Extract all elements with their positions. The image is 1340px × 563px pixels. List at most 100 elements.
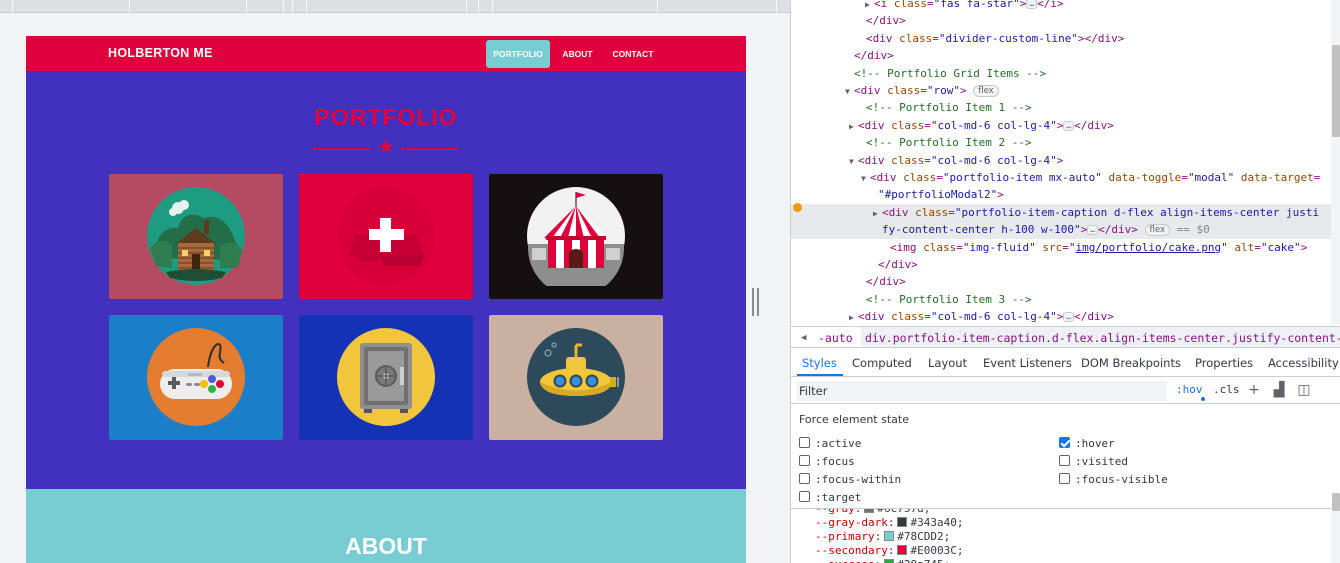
tree-node[interactable]: ▼ <div class = "portfolio-item mx-auto" dat… (791, 169, 1331, 186)
state-checkbox-focus-within[interactable]: :focus-within (799, 473, 901, 487)
tab-accessibility[interactable]: Accessibility (1268, 349, 1339, 377)
expand-triangle-icon[interactable]: ▶ (865, 0, 874, 13)
color-swatch[interactable] (884, 559, 895, 563)
checkbox[interactable] (799, 491, 810, 502)
breadcrumb-back-icon[interactable]: ◀ (801, 327, 806, 347)
tab-event-listeners[interactable]: Event Listeners (983, 349, 1072, 377)
expand-triangle-icon[interactable]: ▼ (849, 153, 858, 170)
color-swatch[interactable] (864, 509, 875, 513)
checkbox[interactable] (1059, 455, 1070, 466)
tree-node[interactable]: </div> (791, 256, 1331, 273)
expand-triangle-icon[interactable]: ▶ (873, 205, 882, 222)
expand-triangle-icon[interactable]: ▼ (861, 170, 870, 187)
checkbox[interactable] (799, 455, 810, 466)
tree-node[interactable]: fy-content-center h-100 w-100">… </div> f… (791, 221, 1331, 239)
styles-scrollbar-track[interactable] (1331, 508, 1340, 563)
attr-name: class (903, 171, 937, 184)
tree-node[interactable]: ▼ <div class="col-md-6 col-lg-4"> (791, 152, 1331, 169)
site-navbar: HOLBERTON ME PORTFOLIO ABOUT CONTACT (26, 36, 746, 71)
tag-punctuation: > (1019, 0, 1027, 10)
resize-handle[interactable] (752, 288, 759, 316)
css-variable-name: --success (815, 558, 875, 563)
portfolio-item-game[interactable] (109, 315, 283, 440)
css-variable[interactable]: --gray-dark: #343a40; (815, 516, 963, 530)
tag-punctuation: ></div> (1077, 31, 1125, 45)
ruler-tick (466, 0, 467, 13)
filter-input[interactable] (797, 381, 1167, 401)
attr-value: "fas fa-star" (933, 0, 1020, 10)
state-checkbox-active[interactable]: :active (799, 437, 861, 451)
tab-dom-breakpoints[interactable]: DOM Breakpoints (1081, 349, 1181, 377)
cls-toggle[interactable]: .cls (1213, 383, 1240, 396)
attr-name: alt (1234, 240, 1255, 254)
tree-node[interactable]: ▼ <div class="row"> flex (791, 82, 1331, 99)
tree-node[interactable]: ▶ <div class="portfolio-item-caption d-fl… (791, 203, 1331, 222)
nav-link-about[interactable]: ABOUT (557, 40, 598, 68)
css-variable-value: #6c757d (877, 508, 924, 515)
tree-node[interactable]: <img class="img-fluid" src="img/portfoli… (791, 239, 1331, 256)
checkbox[interactable] (799, 473, 810, 484)
checkbox[interactable] (1059, 473, 1070, 484)
nav-link-contact[interactable]: CONTACT (606, 40, 660, 68)
tree-node[interactable]: <!-- Portfolio Item 3 --> (791, 291, 1331, 308)
tag-punctuation: > (1080, 223, 1088, 237)
breadcrumb-item-selected[interactable]: div.portfolio-item-caption.d-flex.align-… (861, 327, 1340, 347)
tab-computed[interactable]: Computed (852, 349, 912, 377)
checkbox[interactable] (799, 437, 810, 448)
breadcrumb-item[interactable]: -auto (818, 327, 853, 347)
css-variable[interactable]: --primary: #78CDD2; (815, 530, 950, 544)
portfolio-heading: PORTFOLIO (314, 104, 458, 130)
site-brand[interactable]: HOLBERTON ME (108, 46, 213, 60)
element-state-paint-icon[interactable]: ▟ (1271, 382, 1287, 398)
color-swatch[interactable] (884, 531, 895, 541)
state-checkbox-focus-visible[interactable]: :focus-visible (1059, 473, 1168, 487)
css-variable[interactable]: --secondary: #E0003C; (815, 544, 963, 558)
checkbox[interactable] (1059, 437, 1070, 448)
portfolio-item-submarine[interactable] (489, 315, 663, 440)
portfolio-item-cake[interactable] (299, 174, 473, 299)
state-checkbox-visited[interactable]: :visited (1059, 455, 1128, 469)
hov-toggle[interactable]: :hov (1176, 383, 1203, 396)
expand-triangle-icon[interactable]: ▼ (845, 83, 854, 100)
css-variable-name: --gray-dark (815, 516, 888, 529)
attr-value: "cake" (1260, 240, 1301, 254)
tab-properties[interactable]: Properties (1195, 349, 1253, 377)
toggle-sidebar-icon[interactable]: ◫ (1296, 382, 1312, 398)
node-open-tag: <div (870, 171, 904, 184)
tree-node[interactable]: ▶ <div class="col-md-6 col-lg-4">… </div> (791, 308, 1331, 325)
tree-node[interactable]: <!-- Portfolio Item 1 --> (791, 99, 1331, 116)
portfolio-item-circus[interactable] (489, 174, 663, 299)
expand-triangle-icon[interactable]: ▶ (849, 118, 858, 135)
tree-node[interactable]: </div> (791, 12, 1331, 29)
state-checkbox-hover[interactable]: :hover (1059, 437, 1115, 451)
new-style-rule-icon[interactable]: + (1246, 382, 1262, 398)
tree-node[interactable]: <!-- Portfolio Grid Items --> (791, 65, 1331, 82)
css-variable[interactable]: --gray: #6c757d; (815, 508, 930, 516)
color-swatch[interactable] (897, 517, 908, 527)
tree-node[interactable]: </div> (791, 273, 1331, 290)
tree-node[interactable]: "#portfolioModal2"> (791, 186, 1331, 203)
css-variable-value: #28a745 (897, 558, 943, 563)
tab-layout[interactable]: Layout (928, 349, 967, 377)
node-close-tag: </div> (1074, 310, 1114, 324)
expand-triangle-icon[interactable]: ▶ (849, 309, 858, 325)
tree-node[interactable]: <div class="divider-custom-line"></div> (791, 30, 1331, 47)
node-open-tag: <div (858, 118, 892, 132)
tag-punctuation: > (1300, 240, 1308, 254)
ruler-tick (283, 0, 284, 13)
css-variable[interactable]: --success:#28a745; (815, 558, 950, 563)
tree-node[interactable]: ▶ <div class="col-md-6 col-lg-4">… </div> (791, 117, 1331, 134)
styles-scrollbar-thumb[interactable] (1332, 493, 1340, 511)
color-swatch[interactable] (897, 545, 908, 555)
tree-node[interactable]: <!-- Portfolio Item 2 --> (791, 134, 1331, 151)
node-close-tag: </i> (1037, 0, 1064, 10)
state-checkbox-target[interactable]: :target (799, 491, 861, 505)
portfolio-item-safe[interactable] (299, 315, 473, 440)
state-checkbox-focus[interactable]: :focus (799, 455, 855, 469)
tree-node[interactable]: ▶ <i class="fas fa-star">… </i> (791, 0, 1331, 12)
nav-link-portfolio[interactable]: PORTFOLIO (486, 40, 550, 68)
tree-node[interactable]: </div> (791, 47, 1331, 64)
elements-scrollbar-thumb[interactable] (1332, 45, 1340, 137)
portfolio-item-cabin[interactable] (109, 174, 283, 299)
tab-styles[interactable]: Styles (802, 349, 837, 377)
